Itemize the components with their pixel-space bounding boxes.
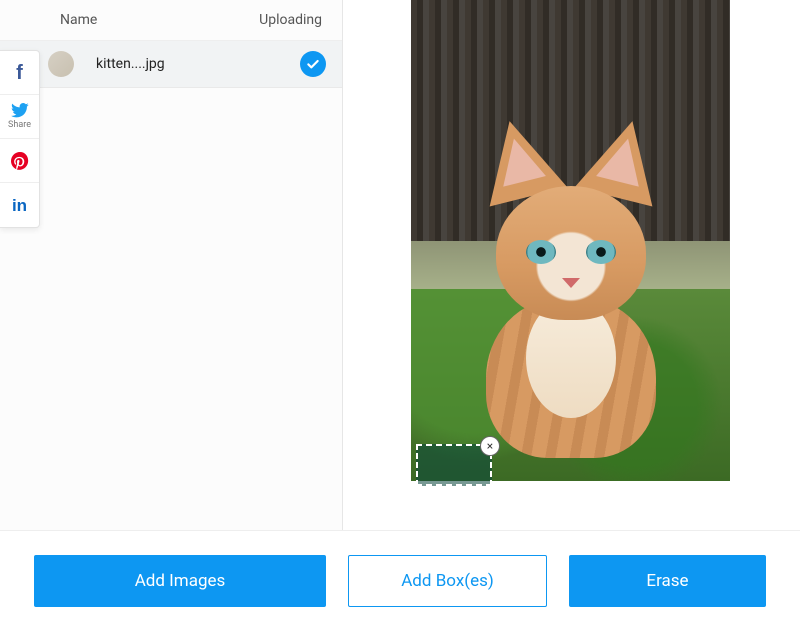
column-header-name: Name	[60, 12, 97, 28]
image-subject	[461, 148, 681, 448]
share-label: Share	[8, 120, 31, 130]
facebook-icon: f	[16, 63, 23, 83]
pinterest-icon	[11, 152, 29, 170]
selection-box[interactable]: ×	[416, 444, 492, 486]
column-header-status: Uploading	[259, 12, 322, 28]
image-preview[interactable]: ×	[411, 0, 730, 481]
share-linkedin-button[interactable]: in	[0, 183, 39, 227]
share-pinterest-button[interactable]	[0, 139, 39, 183]
image-canvas-panel: ×	[343, 0, 800, 530]
linkedin-icon: in	[12, 197, 27, 214]
share-twitter-button[interactable]: Share	[0, 95, 39, 139]
file-list-header: Name Uploading	[0, 0, 342, 41]
add-boxes-button[interactable]: Add Box(es)	[348, 555, 547, 607]
upload-complete-icon	[300, 51, 326, 77]
file-list-panel: Name Uploading kitten....jpg	[0, 0, 343, 530]
action-bar: Add Images Add Box(es) Erase	[0, 530, 800, 637]
close-icon[interactable]: ×	[481, 437, 499, 455]
file-thumbnail	[48, 51, 74, 77]
twitter-icon	[11, 103, 29, 118]
file-name-label: kitten....jpg	[96, 56, 300, 72]
share-facebook-button[interactable]: f	[0, 51, 39, 95]
file-row[interactable]: kitten....jpg	[0, 41, 342, 88]
add-images-button[interactable]: Add Images	[34, 555, 326, 607]
share-rail: f Share in	[0, 50, 40, 228]
erase-button[interactable]: Erase	[569, 555, 766, 607]
